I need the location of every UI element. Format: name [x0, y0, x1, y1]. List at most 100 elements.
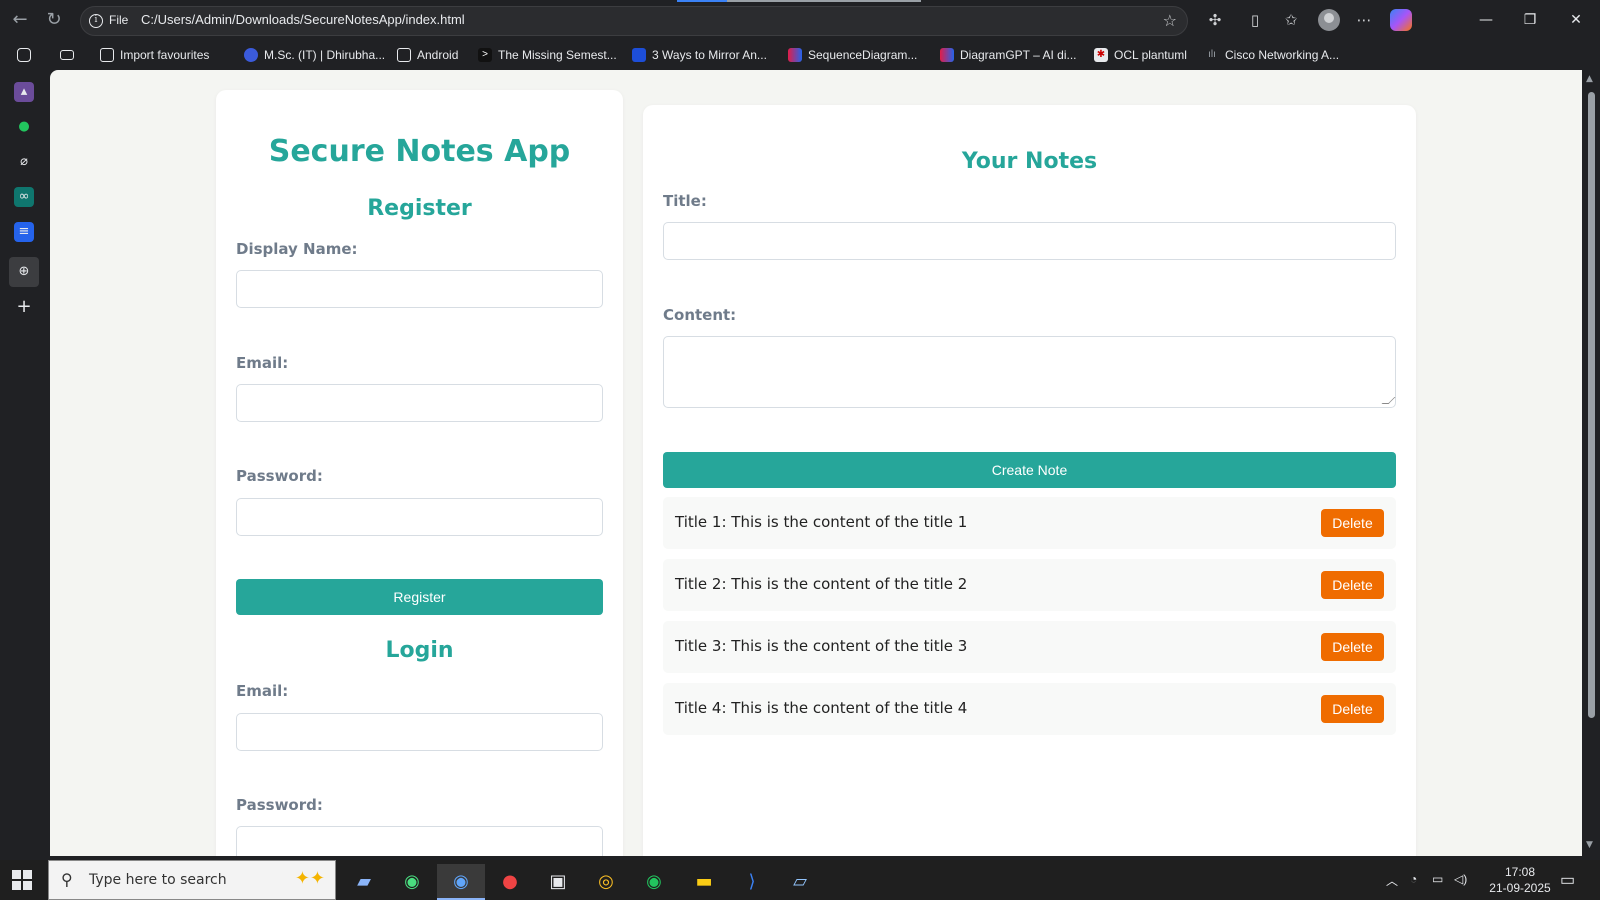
- scroll-thumb[interactable]: [1588, 92, 1595, 718]
- windows-start-icon[interactable]: [12, 870, 32, 890]
- clock[interactable]: 17:08 21-09-2025: [1480, 864, 1560, 896]
- page-title: Secure Notes App: [268, 134, 571, 169]
- bookmark-label: SequenceDiagram...: [808, 48, 918, 62]
- add-icon[interactable]: +: [14, 297, 34, 317]
- tray-chevron-icon[interactable]: ︿: [1386, 872, 1398, 900]
- display-name-input[interactable]: [236, 270, 603, 308]
- reading-list-icon[interactable]: [60, 45, 74, 65]
- site-icon: [940, 48, 954, 62]
- login-email-input[interactable]: [236, 713, 603, 751]
- note-item: Title 4: This is the content of the titl…: [663, 683, 1396, 735]
- app-icon[interactable]: ∞: [14, 187, 34, 207]
- bookmark-missing-semester[interactable]: > The Missing Semest...: [478, 45, 617, 65]
- cisco-icon: ılı: [1208, 49, 1216, 60]
- note-content-textarea[interactable]: [663, 336, 1396, 408]
- minimize-icon[interactable]: —: [1474, 8, 1498, 32]
- favourite-star-icon[interactable]: ☆: [1163, 11, 1177, 30]
- file-copy-app-icon[interactable]: ▰: [340, 864, 388, 900]
- register-email-input[interactable]: [236, 384, 603, 422]
- tool-icon[interactable]: ⌀: [14, 152, 34, 172]
- profile-app-icon[interactable]: ▴: [14, 82, 34, 102]
- network-icon[interactable]: ◔: [1410, 872, 1417, 900]
- clock-time: 17:08: [1504, 865, 1536, 879]
- back-icon[interactable]: ←: [8, 8, 32, 32]
- mongodb-icon[interactable]: ●: [14, 117, 34, 137]
- register-password-label: Password:: [236, 467, 323, 485]
- restore-icon[interactable]: ❐: [1518, 8, 1542, 32]
- edge-dev-app-icon[interactable]: ◉: [437, 864, 485, 900]
- scroll-down-icon[interactable]: ▼: [1586, 840, 1593, 850]
- youtube-music-app-icon[interactable]: ●: [486, 864, 534, 900]
- tabs-icon[interactable]: [17, 48, 31, 62]
- bookmark-label: OCL plantuml: [1114, 48, 1187, 62]
- delete-note-button[interactable]: Delete: [1321, 571, 1384, 599]
- docs-icon[interactable]: ≡: [14, 222, 34, 242]
- edge-beta-app-icon[interactable]: ◉: [630, 864, 678, 900]
- note-text: Title 4: This is the content of the titl…: [675, 699, 968, 717]
- plantuml-icon: ✱: [1094, 48, 1108, 62]
- bookmark-label: The Missing Semest...: [498, 48, 617, 62]
- auth-card: Secure Notes App Register Display Name: …: [216, 90, 623, 856]
- bookmark-ocl-plantuml[interactable]: ✱ OCL plantuml: [1094, 45, 1187, 65]
- address-url[interactable]: C:/Users/Admin/Downloads/SecureNotesApp/…: [141, 12, 465, 27]
- note-text: Title 3: This is the content of the titl…: [675, 637, 968, 655]
- bookmark-mirror-android[interactable]: 3 Ways to Mirror An...: [632, 45, 767, 65]
- browser-sidebar: ▴ ● ⌀ ∞ ≡ ⊕ +: [0, 40, 50, 860]
- battery-icon[interactable]: ▭: [1432, 872, 1443, 900]
- copilot-icon[interactable]: [1390, 9, 1412, 31]
- close-icon[interactable]: ✕: [1564, 8, 1588, 32]
- address-bar[interactable]: i File C:/Users/Admin/Downloads/SecureNo…: [80, 6, 1188, 36]
- vscode-app-icon[interactable]: ⟩: [728, 864, 776, 900]
- bookmark-label: Import favourites: [120, 48, 210, 62]
- taskbar-search[interactable]: ⚲ Type here to search ✦✦: [48, 860, 336, 900]
- browser-toolbar: ← ↻ i File C:/Users/Admin/Downloads/Secu…: [0, 0, 1600, 40]
- login-password-input[interactable]: [236, 826, 603, 856]
- bookmarks-bar: Import favourites M.Sc. (IT) | Dhirubha.…: [50, 40, 1600, 70]
- scroll-up-icon[interactable]: ▲: [1586, 74, 1593, 84]
- search-icon: ⚲: [61, 870, 73, 889]
- note-title-input[interactable]: [663, 222, 1396, 260]
- refresh-icon[interactable]: ↻: [42, 8, 66, 32]
- more-options-icon[interactable]: ⋯: [1353, 9, 1375, 31]
- chrome-app-icon[interactable]: ◎: [582, 864, 630, 900]
- file-explorer-icon[interactable]: ▬: [680, 864, 728, 900]
- bookmark-label: Cisco Networking A...: [1225, 48, 1340, 62]
- bookmark-label: M.Sc. (IT) | Dhirubha...: [264, 48, 386, 62]
- delete-note-button[interactable]: Delete: [1321, 633, 1384, 661]
- split-screen-icon[interactable]: ▯: [1244, 9, 1266, 31]
- import-icon: [100, 48, 114, 62]
- note-item: Title 3: This is the content of the titl…: [663, 621, 1396, 673]
- register-password-input[interactable]: [236, 498, 603, 536]
- folder-icon: [397, 48, 411, 62]
- bookmark-cisco[interactable]: ılı Cisco Networking A...: [1205, 45, 1339, 65]
- bookmark-android[interactable]: Android: [397, 45, 458, 65]
- bookmark-diagramgpt[interactable]: DiagramGPT – AI di...: [940, 45, 1077, 65]
- notes-card: Your Notes Title: Content: Create Note T…: [643, 105, 1416, 856]
- profile-avatar[interactable]: [1318, 9, 1340, 31]
- volume-icon[interactable]: ◁): [1454, 872, 1467, 900]
- resize-handle[interactable]: [1381, 397, 1396, 404]
- register-email-label: Email:: [236, 354, 289, 372]
- bookmark-sequence-diagram[interactable]: SequenceDiagram...: [788, 45, 917, 65]
- create-note-button[interactable]: Create Note: [663, 452, 1396, 488]
- favourites-icon[interactable]: ✩: [1280, 9, 1302, 31]
- notifications-icon[interactable]: ▭: [1560, 870, 1575, 900]
- register-button[interactable]: Register: [236, 579, 603, 615]
- bookmark-msc-it[interactable]: M.Sc. (IT) | Dhirubha...: [244, 45, 385, 65]
- bookmark-label: DiagramGPT – AI di...: [960, 48, 1077, 62]
- globe-icon[interactable]: ⊕: [9, 257, 39, 287]
- app-icon[interactable]: ▣: [534, 864, 582, 900]
- bookmark-import-favourites[interactable]: Import favourites: [100, 45, 209, 65]
- info-icon[interactable]: i: [89, 14, 103, 28]
- extensions-icon[interactable]: ✣: [1204, 9, 1226, 31]
- page-scrollbar[interactable]: ▲ ▼: [1582, 70, 1600, 856]
- note-content-label: Content:: [663, 306, 737, 324]
- notes-app-icon[interactable]: ▱: [776, 864, 824, 900]
- delete-note-button[interactable]: Delete: [1321, 695, 1384, 723]
- bookmark-label: Android: [417, 48, 459, 62]
- windows-taskbar: ⚲ Type here to search ✦✦ ▰ ◉ ◉ ● ▣ ◎ ◉ ▬…: [0, 860, 1600, 900]
- delete-note-button[interactable]: Delete: [1321, 509, 1384, 537]
- edge-app-icon[interactable]: ◉: [388, 864, 436, 900]
- login-email-label: Email:: [236, 682, 289, 700]
- site-icon: [632, 48, 646, 62]
